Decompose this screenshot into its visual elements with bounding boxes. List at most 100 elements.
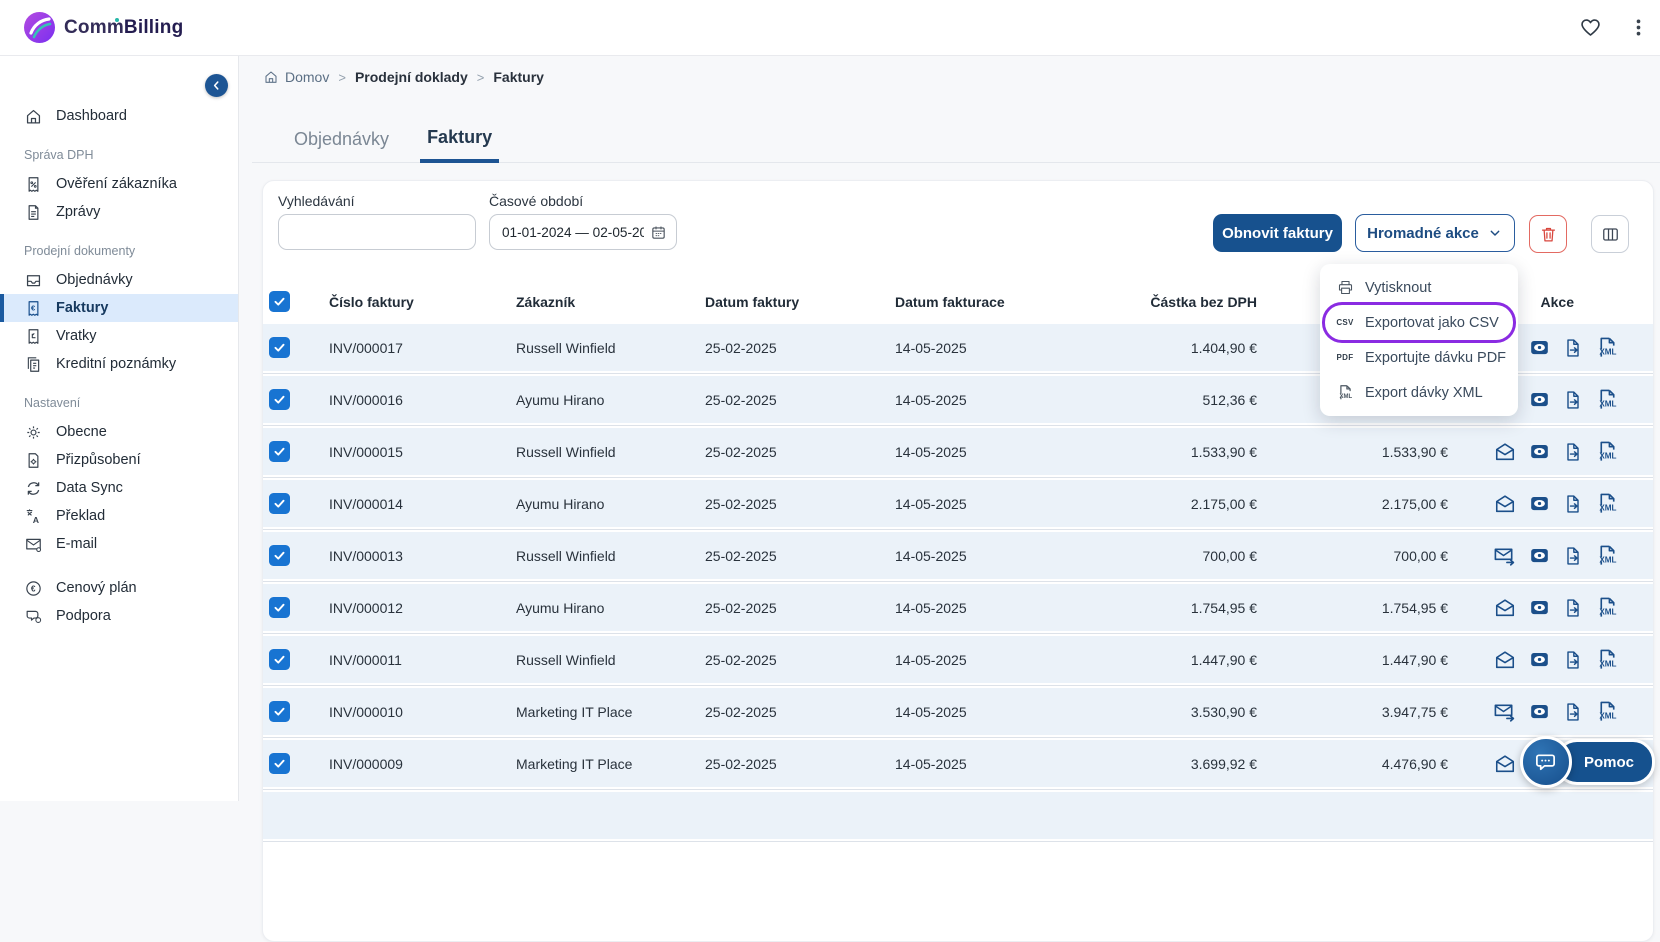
refresh-invoices-button[interactable]: Obnovit faktury (1213, 214, 1342, 252)
euro-circle-icon (24, 579, 43, 598)
tab-faktury[interactable]: Faktury (420, 115, 500, 163)
sidebar-item-objednavky[interactable]: Objednávky (0, 266, 238, 294)
date-range-input[interactable]: 01-01-2024 — 02-05-202 (489, 214, 677, 250)
sidebar-item-obecne[interactable]: Obecne (0, 418, 238, 446)
export-file-icon[interactable] (1563, 702, 1583, 722)
view-icon[interactable] (1529, 701, 1550, 722)
export-file-icon[interactable] (1563, 390, 1583, 410)
view-icon[interactable] (1529, 649, 1550, 670)
check-icon (272, 548, 287, 563)
column-header-datum-faktury[interactable]: Datum faktury (705, 294, 895, 310)
row-checkbox[interactable] (269, 545, 290, 566)
row-checkbox[interactable] (269, 337, 290, 358)
home-icon (263, 69, 279, 85)
invoice-date-cell: 25-02-2025 (705, 599, 777, 616)
delete-button[interactable] (1529, 215, 1567, 253)
export-file-icon[interactable] (1563, 338, 1583, 358)
xml-file-icon[interactable] (1596, 544, 1619, 567)
table-row[interactable]: INV/000012 Ayumu Hirano 25-02-2025 14-05… (263, 582, 1653, 634)
row-actions (1448, 596, 1653, 619)
row-checkbox[interactable] (269, 389, 290, 410)
chat-icon (1534, 751, 1557, 774)
breadcrumb-prodejni-doklady[interactable]: Prodejní doklady (355, 69, 468, 85)
net-amount-cell: 700,00 € (1202, 547, 1258, 564)
mail-open-icon[interactable] (1494, 493, 1516, 515)
kebab-menu-icon (1628, 17, 1649, 38)
row-checkbox[interactable] (269, 441, 290, 462)
tab-objednavky[interactable]: Objednávky (290, 115, 393, 163)
xml-file-icon[interactable] (1596, 492, 1619, 515)
menu-item-exportujte-davku-pdf[interactable]: PDF Exportujte dávku PDF (1320, 340, 1518, 375)
column-header-cislo-faktury[interactable]: Číslo faktury (329, 294, 516, 310)
column-settings-button[interactable] (1591, 215, 1629, 253)
table-row[interactable]: INV/000011 Russell Winfield 25-02-2025 1… (263, 634, 1653, 686)
view-icon[interactable] (1529, 493, 1550, 514)
favorites-button[interactable] (1578, 16, 1602, 40)
export-file-icon[interactable] (1563, 442, 1583, 462)
table-row[interactable]: INV/000015 Russell Winfield 25-02-2025 1… (263, 426, 1653, 478)
mail-open-icon[interactable] (1494, 649, 1516, 671)
column-header-datum-fakturace[interactable]: Datum fakturace (895, 294, 1085, 310)
sidebar-item-cenovy-plan[interactable]: Cenový plán (0, 574, 238, 602)
column-header-zakaznik[interactable]: Zákazník (516, 294, 705, 310)
mail-send-icon[interactable] (1493, 544, 1516, 567)
view-icon[interactable] (1529, 597, 1550, 618)
xml-file-icon[interactable] (1596, 648, 1619, 671)
sidebar-item-overeni-zakaznika[interactable]: Ověření zákazníka (0, 170, 238, 198)
sidebar-collapse-button[interactable] (205, 74, 228, 97)
mail-open-icon[interactable] (1494, 597, 1516, 619)
xml-file-icon[interactable] (1596, 596, 1619, 619)
row-checkbox[interactable] (269, 597, 290, 618)
sidebar-item-preklad[interactable]: Překlad (0, 502, 238, 530)
sidebar-item-data-sync[interactable]: Data Sync (0, 474, 238, 502)
menu-item-label: Exportujte dávku PDF (1365, 349, 1507, 366)
sidebar-item-vratky[interactable]: Vratky (0, 322, 238, 350)
export-file-icon[interactable] (1563, 494, 1583, 514)
breadcrumb-home[interactable]: Domov (263, 69, 329, 85)
sidebar-item-faktury[interactable]: Faktury (0, 294, 238, 322)
sidebar-item-zpravy[interactable]: Zprávy (0, 198, 238, 226)
row-checkbox[interactable] (269, 701, 290, 722)
search-input[interactable] (290, 214, 475, 250)
sidebar-item-label: Ověření zákazníka (56, 176, 177, 192)
select-all-checkbox[interactable] (269, 291, 290, 312)
sidebar-item-podpora[interactable]: Podpora (0, 602, 238, 630)
invoice-date-cell: 25-02-2025 (705, 703, 777, 720)
export-file-icon[interactable] (1563, 650, 1583, 670)
table-row[interactable]: INV/000010 Marketing IT Place 25-02-2025… (263, 686, 1653, 738)
overflow-menu-button[interactable] (1626, 16, 1650, 40)
bulk-actions-button[interactable]: Hromadné akce (1355, 214, 1515, 252)
sidebar-item-prizpusobeni[interactable]: Přizpůsobení (0, 446, 238, 474)
sidebar-item-dashboard[interactable]: Dashboard (0, 102, 238, 130)
view-icon[interactable] (1529, 389, 1550, 410)
table-row[interactable]: INV/000013 Russell Winfield 25-02-2025 1… (263, 530, 1653, 582)
column-header-castka-bez-dph[interactable]: Částka bez DPH (1085, 294, 1257, 310)
sidebar: Dashboard Správa DPH Ověření zákazníka Z… (0, 55, 239, 801)
row-checkbox[interactable] (269, 493, 290, 514)
check-icon (272, 294, 287, 309)
invoice-number-cell: INV/000017 (329, 339, 403, 356)
mail-open-icon[interactable] (1494, 441, 1516, 463)
export-file-icon[interactable] (1563, 546, 1583, 566)
table-row[interactable]: INV/000014 Ayumu Hirano 25-02-2025 14-05… (263, 478, 1653, 530)
mail-open-icon[interactable] (1494, 753, 1516, 775)
mail-send-icon[interactable] (1493, 700, 1516, 723)
view-icon[interactable] (1529, 545, 1550, 566)
export-file-icon[interactable] (1563, 598, 1583, 618)
inbox-icon (24, 271, 43, 290)
sidebar-item-email[interactable]: E-mail (0, 530, 238, 558)
xml-file-icon[interactable] (1596, 336, 1619, 359)
row-checkbox[interactable] (269, 649, 290, 670)
view-icon[interactable] (1529, 337, 1550, 358)
xml-file-icon[interactable] (1596, 440, 1619, 463)
menu-item-vytisknout[interactable]: Vytisknout (1320, 270, 1518, 305)
row-checkbox[interactable] (269, 753, 290, 774)
sidebar-item-kreditni-poznamky[interactable]: Kreditní poznámky (0, 350, 238, 378)
menu-item-export-davky-xml[interactable]: Export dávky XML (1320, 375, 1518, 410)
view-icon[interactable] (1529, 441, 1550, 462)
menu-item-exportovat-jako-csv[interactable]: CSV Exportovat jako CSV (1325, 305, 1513, 340)
xml-file-icon[interactable] (1596, 700, 1619, 723)
table-row[interactable]: INV/000009 Marketing IT Place 25-02-2025… (263, 738, 1653, 790)
xml-file-icon[interactable] (1596, 388, 1619, 411)
help-chat-button[interactable] (1519, 736, 1572, 788)
